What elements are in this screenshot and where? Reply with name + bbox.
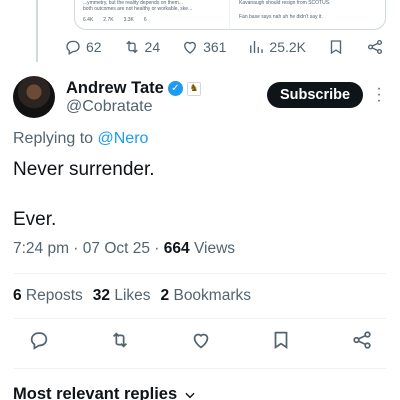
bookmark-icon bbox=[274, 331, 288, 349]
preview-stats: 6.4K 2.7K 3.3K 6 bbox=[83, 17, 221, 23]
tweet-text-line: Ever. bbox=[13, 209, 57, 230]
repost-count: 24 bbox=[144, 39, 161, 55]
repost-button[interactable] bbox=[109, 329, 131, 356]
author-handle[interactable]: @Cobratate bbox=[66, 98, 153, 116]
chevron-down-icon bbox=[185, 392, 195, 398]
preview-left-panel: ...ymmetry, but the reality depends on t… bbox=[75, 0, 230, 29]
parent-tweet-action-bar: 62 24 361 25.2K bbox=[64, 36, 384, 58]
preview-text-line: Kavanaugh should resign from SCOTUS. bbox=[239, 0, 331, 6]
like-button[interactable]: 361 bbox=[181, 38, 226, 56]
reply-button[interactable] bbox=[28, 329, 50, 356]
reply-count: 62 bbox=[86, 39, 102, 55]
share-icon bbox=[353, 330, 371, 349]
verified-badge-icon[interactable]: ✓ bbox=[167, 81, 183, 96]
preview-stat: 3.3K bbox=[123, 17, 134, 23]
tweet-timestamp-row: 7:24 pm · 07 Oct 25 · 664 Views bbox=[13, 240, 235, 258]
tweet-action-bar bbox=[28, 330, 373, 354]
reposts-stat-count: 6 bbox=[13, 287, 22, 304]
replying-prefix: Replying to bbox=[13, 130, 94, 147]
repost-icon bbox=[112, 331, 127, 348]
bookmark-button[interactable] bbox=[270, 329, 292, 356]
affiliate-badge-icon[interactable]: ♞ bbox=[186, 81, 201, 96]
preview-text-line: Fan base says nah uh he didn't say it. bbox=[239, 14, 323, 20]
bookmarks-stat-label: Bookmarks bbox=[169, 287, 252, 304]
more-icon[interactable]: · · · bbox=[374, 81, 384, 109]
like-icon bbox=[193, 333, 208, 348]
thread-connector-line bbox=[36, 0, 38, 62]
preview-stat: 6 bbox=[143, 17, 147, 23]
bookmark-icon bbox=[330, 40, 342, 55]
replying-to: Replying to @Nero bbox=[13, 130, 148, 148]
reply-button[interactable]: 62 bbox=[64, 38, 102, 56]
subscribe-button[interactable]: Subscribe bbox=[267, 82, 363, 108]
like-button[interactable] bbox=[190, 329, 212, 356]
like-icon bbox=[184, 41, 197, 54]
views-icon bbox=[250, 41, 264, 53]
quoted-tweet-preview[interactable]: ...ymmetry, but the reality depends on t… bbox=[74, 0, 386, 30]
author-name-row: Andrew Tate ✓ ♞ bbox=[66, 79, 201, 98]
bookmarks-stat-count: 2 bbox=[160, 287, 170, 304]
like-count: 361 bbox=[203, 39, 227, 55]
replies-sort-label: Most relevant replies bbox=[13, 385, 178, 400]
replying-mention-link[interactable]: @Nero bbox=[98, 130, 149, 147]
likes-stat-count: 32 bbox=[92, 287, 111, 304]
reply-icon bbox=[66, 40, 80, 55]
replies-sort-dropdown[interactable]: Most relevant replies bbox=[13, 385, 197, 400]
divider bbox=[13, 368, 387, 369]
bookmarks-stat[interactable]: 2 Bookmarks bbox=[161, 287, 251, 305]
views-button[interactable]: 25.2K bbox=[247, 38, 306, 56]
reposts-stat[interactable]: 6 Reposts bbox=[13, 287, 83, 305]
share-button[interactable] bbox=[351, 329, 373, 356]
author-name[interactable]: Andrew Tate bbox=[66, 79, 164, 98]
avatar[interactable] bbox=[13, 76, 55, 118]
divider bbox=[13, 273, 387, 274]
likes-stat-label: Likes bbox=[110, 287, 151, 304]
divider bbox=[13, 318, 387, 319]
views-label: Views bbox=[189, 240, 236, 257]
preview-stat: 2.7K bbox=[103, 17, 114, 23]
bookmark-button[interactable] bbox=[327, 38, 345, 56]
tweet-text-line: Never surrender. bbox=[13, 159, 155, 180]
preview-stat: 6.4K bbox=[83, 17, 94, 23]
repost-button[interactable]: 24 bbox=[123, 38, 161, 56]
reply-icon bbox=[30, 331, 48, 350]
preview-right-panel: Kavanaugh should resign from SCOTUS. Fan… bbox=[231, 0, 385, 29]
share-button[interactable] bbox=[366, 38, 384, 56]
views-count: 25.2K bbox=[269, 39, 307, 55]
timestamp[interactable]: 7:24 pm · 07 Oct 25 · bbox=[13, 240, 164, 257]
engagement-stats: 6 Reposts 32 Likes 2 Bookmarks bbox=[13, 287, 251, 305]
share-icon bbox=[367, 39, 383, 55]
reposts-stat-label: Reposts bbox=[21, 287, 83, 304]
views-total: 664 bbox=[163, 240, 190, 257]
likes-stat[interactable]: 32 Likes bbox=[93, 287, 151, 305]
repost-icon bbox=[125, 40, 138, 54]
preview-text-line: both outcomes are not healthy or workabl… bbox=[83, 6, 193, 12]
